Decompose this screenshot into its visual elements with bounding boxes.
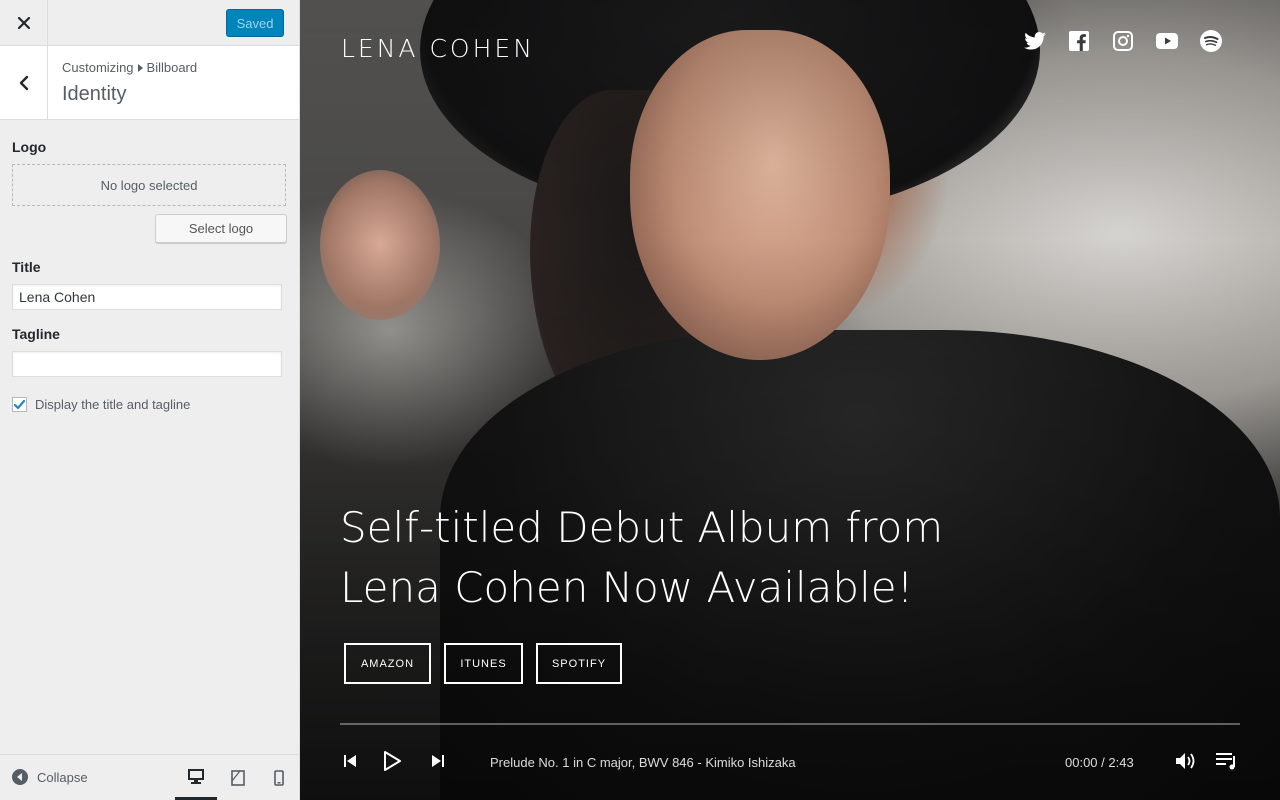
device-tablet-button[interactable] — [217, 755, 259, 800]
collapse-button[interactable]: Collapse — [12, 769, 88, 785]
breadcrumb-separator-icon — [137, 63, 143, 72]
breadcrumb-root: Customizing — [62, 60, 134, 75]
facebook-icon[interactable] — [1068, 30, 1090, 52]
skip-forward-icon — [432, 755, 444, 767]
youtube-icon[interactable] — [1156, 30, 1178, 52]
next-track-button[interactable] — [426, 750, 450, 772]
amazon-button[interactable]: AMAZON — [344, 643, 431, 684]
volume-button[interactable] — [1174, 750, 1198, 772]
tablet-icon — [231, 770, 245, 786]
skip-back-icon — [344, 755, 356, 767]
site-preview: LENA COHEN Self-titled Debut Album from … — [300, 0, 1280, 800]
customizer-panel: Saved Customizing Billboard Identity Log… — [0, 0, 300, 800]
logo-placeholder-text: No logo selected — [100, 177, 198, 193]
device-desktop-button[interactable] — [175, 755, 217, 800]
spotify-icon[interactable] — [1200, 30, 1222, 52]
display-title-checkbox[interactable] — [12, 397, 27, 412]
section-header: Customizing Billboard Identity — [0, 46, 299, 120]
customizer-header: Saved — [0, 0, 299, 46]
playlist-icon — [1216, 753, 1235, 770]
volume-icon — [1176, 753, 1195, 769]
mobile-icon — [274, 770, 284, 786]
breadcrumb-section: Billboard — [146, 60, 198, 75]
twitter-icon[interactable] — [1024, 30, 1046, 52]
title-input[interactable] — [12, 284, 282, 310]
title-label: Title — [12, 259, 41, 275]
collapse-label: Collapse — [37, 769, 88, 785]
collapse-icon — [12, 769, 28, 785]
play-button[interactable] — [380, 750, 404, 772]
tagline-label: Tagline — [12, 326, 60, 342]
social-links — [1024, 30, 1222, 52]
back-button[interactable] — [0, 46, 48, 119]
logo-placeholder[interactable]: No logo selected — [12, 164, 286, 206]
hero-headline: Self-titled Debut Album from Lena Cohen … — [340, 503, 944, 612]
checkmark-icon — [13, 399, 26, 410]
device-mobile-button[interactable] — [258, 755, 300, 800]
playlist-button[interactable] — [1215, 750, 1239, 772]
save-button[interactable]: Saved — [226, 9, 284, 37]
spotify-button[interactable]: SPOTIFY — [536, 643, 622, 684]
close-button[interactable] — [0, 0, 48, 45]
close-icon — [17, 16, 30, 29]
player-progress-bar[interactable] — [340, 723, 1240, 725]
play-icon — [384, 751, 401, 771]
display-title-label[interactable]: Display the title and tagline — [35, 397, 190, 412]
previous-track-button[interactable] — [338, 750, 362, 772]
logo-label: Logo — [12, 139, 47, 155]
customizer-footer: Collapse — [0, 754, 299, 800]
track-time: 00:00 / 2:43 — [1065, 755, 1134, 770]
select-logo-button[interactable]: Select logo — [155, 214, 287, 243]
tagline-input[interactable] — [12, 351, 282, 377]
desktop-icon — [188, 768, 204, 784]
section-title: Identity — [62, 83, 127, 105]
buy-buttons: AMAZON ITUNES SPOTIFY — [344, 643, 622, 684]
breadcrumb: Customizing Billboard — [62, 60, 197, 75]
chevron-left-icon — [19, 75, 28, 90]
instagram-icon[interactable] — [1112, 30, 1134, 52]
track-title: Prelude No. 1 in C major, BWV 846 - Kimi… — [490, 755, 796, 770]
site-title[interactable]: LENA COHEN — [341, 34, 535, 63]
itunes-button[interactable]: ITUNES — [444, 643, 523, 684]
